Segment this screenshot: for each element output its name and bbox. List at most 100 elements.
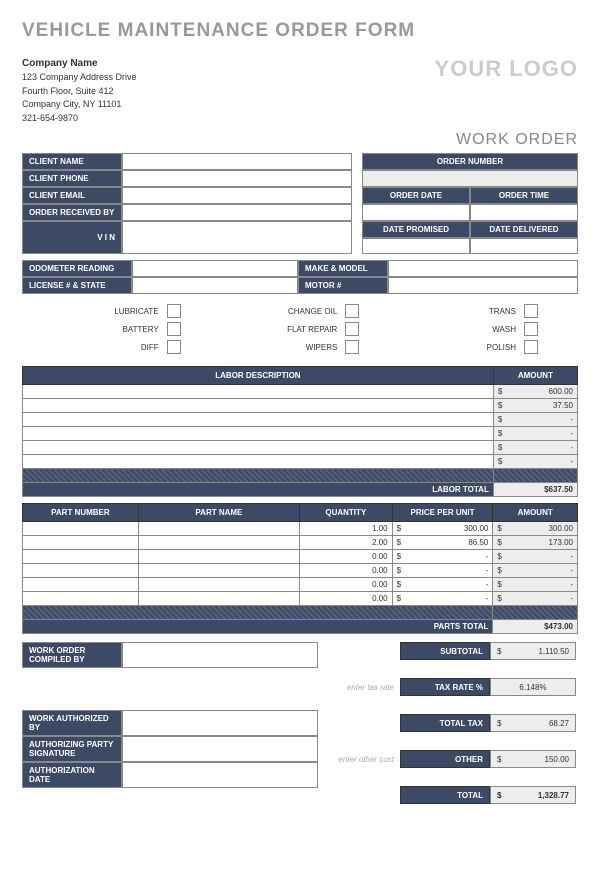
service-check-polish: POLISH [389,338,568,356]
checkbox[interactable] [524,322,538,336]
subtotal-label: SUBTOTAL [400,642,490,660]
company-block: Company Name 123 Company Address Drive F… [22,56,137,125]
make-model-field[interactable] [388,260,578,277]
service-check-label: FLAT REPAIR [287,325,337,334]
other-label: OTHER [400,750,490,768]
client-email-header: CLIENT EMAIL [22,187,122,204]
labor-desc-cell[interactable] [23,399,494,413]
service-check-label: LUBRICATE [114,307,158,316]
part-name-cell[interactable] [138,536,299,550]
checkbox[interactable] [167,304,181,318]
labor-desc-cell[interactable] [23,413,494,427]
checkbox[interactable] [167,340,181,354]
labor-amount-cell: $600.00 [493,385,577,399]
part-price-cell[interactable]: $86.50 [392,536,493,550]
auth-date-field[interactable] [122,762,318,788]
labor-desc-header: LABOR DESCRIPTION [23,367,494,385]
order-number-field[interactable] [362,170,578,187]
order-time-field[interactable] [470,204,578,221]
total-tax-value: $68.27 [490,714,576,732]
checkbox[interactable] [524,304,538,318]
date-delivered-field[interactable] [470,238,578,254]
vin-field[interactable] [122,221,352,254]
client-info-grid: CLIENT NAME ORDER NUMBER CLIENT PHONE CL… [22,153,578,254]
company-addr2: Fourth Floor, Suite 412 [22,85,137,99]
part-number-cell[interactable] [23,578,139,592]
labor-amount-cell: $- [493,427,577,441]
auth-by-field[interactable] [122,710,318,736]
part-price-cell[interactable]: $- [392,578,493,592]
parts-total-label: PARTS TOTAL [23,620,493,634]
part-name-cell[interactable] [138,578,299,592]
service-check-wipers: WIPERS [211,338,390,356]
checkbox[interactable] [345,304,359,318]
part-name-cell[interactable] [138,564,299,578]
parts-row: 2.00$86.50$173.00 [23,536,578,550]
work-order-heading: WORK ORDER [22,131,578,149]
checkbox[interactable] [345,322,359,336]
part-price-cell[interactable]: $- [392,592,493,606]
part-name-header: PART NAME [138,504,299,522]
checkbox[interactable] [345,340,359,354]
date-promised-field[interactable] [362,238,470,254]
part-number-cell[interactable] [23,522,139,536]
client-name-field[interactable] [122,153,352,170]
part-name-cell[interactable] [138,592,299,606]
labor-row: $37.50 [23,399,578,413]
part-price-cell[interactable]: $- [392,564,493,578]
parts-row: 0.00$-$- [23,578,578,592]
labor-amount-cell: $- [493,441,577,455]
part-qty-cell[interactable]: 2.00 [299,536,392,550]
part-name-cell[interactable] [138,550,299,564]
part-qty-cell[interactable]: 0.00 [299,592,392,606]
labor-row: $- [23,427,578,441]
header-row: Company Name 123 Company Address Drive F… [22,56,578,125]
parts-separator [23,606,493,620]
part-qty-cell[interactable]: 1.00 [299,522,392,536]
labor-desc-cell[interactable] [23,385,494,399]
part-qty-cell[interactable]: 0.00 [299,578,392,592]
labor-table: LABOR DESCRIPTION AMOUNT $600.00$37.50 $-… [22,366,578,497]
order-received-field[interactable] [122,204,352,221]
logo-placeholder: YOUR LOGO [435,56,578,82]
compiled-by-field[interactable] [122,642,318,668]
service-check-trans: TRANS [389,302,568,320]
other-value[interactable]: $150.00 [490,750,576,768]
odometer-header: ODOMETER READING [22,260,132,277]
part-number-cell[interactable] [23,536,139,550]
odometer-field[interactable] [132,260,298,277]
subtotal-value: $1,110.50 [490,642,576,660]
labor-desc-cell[interactable] [23,427,494,441]
quantity-header: QUANTITY [299,504,392,522]
tax-rate-value[interactable]: 6.148% [490,678,576,696]
tax-rate-label: TAX RATE % [400,678,490,696]
part-qty-cell[interactable]: 0.00 [299,550,392,564]
checkbox[interactable] [167,322,181,336]
labor-desc-cell[interactable] [23,455,494,469]
auth-date-header: AUTHORIZATION DATE [22,762,122,788]
motor-field[interactable] [388,277,578,294]
part-number-cell[interactable] [23,592,139,606]
part-price-cell[interactable]: $- [392,550,493,564]
license-header: LICENSE # & STATE [22,277,132,294]
auth-sig-field[interactable] [122,736,318,762]
order-date-header: ORDER DATE [362,187,470,204]
part-name-cell[interactable] [138,522,299,536]
part-number-cell[interactable] [23,550,139,564]
labor-desc-cell[interactable] [23,441,494,455]
client-phone-field[interactable] [122,170,352,187]
part-amount-cell: $300.00 [493,522,578,536]
other-hint: enter other cost [328,750,400,768]
labor-amount-header: AMOUNT [493,367,577,385]
client-email-field[interactable] [122,187,352,204]
part-number-cell[interactable] [23,564,139,578]
part-qty-cell[interactable]: 0.00 [299,564,392,578]
license-field[interactable] [132,277,298,294]
parts-row: 1.00$300.00$300.00 [23,522,578,536]
order-date-field[interactable] [362,204,470,221]
part-number-header: PART NUMBER [23,504,139,522]
checkbox[interactable] [524,340,538,354]
part-price-cell[interactable]: $300.00 [392,522,493,536]
tax-rate-hint: enter tax rate [328,678,400,696]
service-check-flat-repair: FLAT REPAIR [211,320,390,338]
